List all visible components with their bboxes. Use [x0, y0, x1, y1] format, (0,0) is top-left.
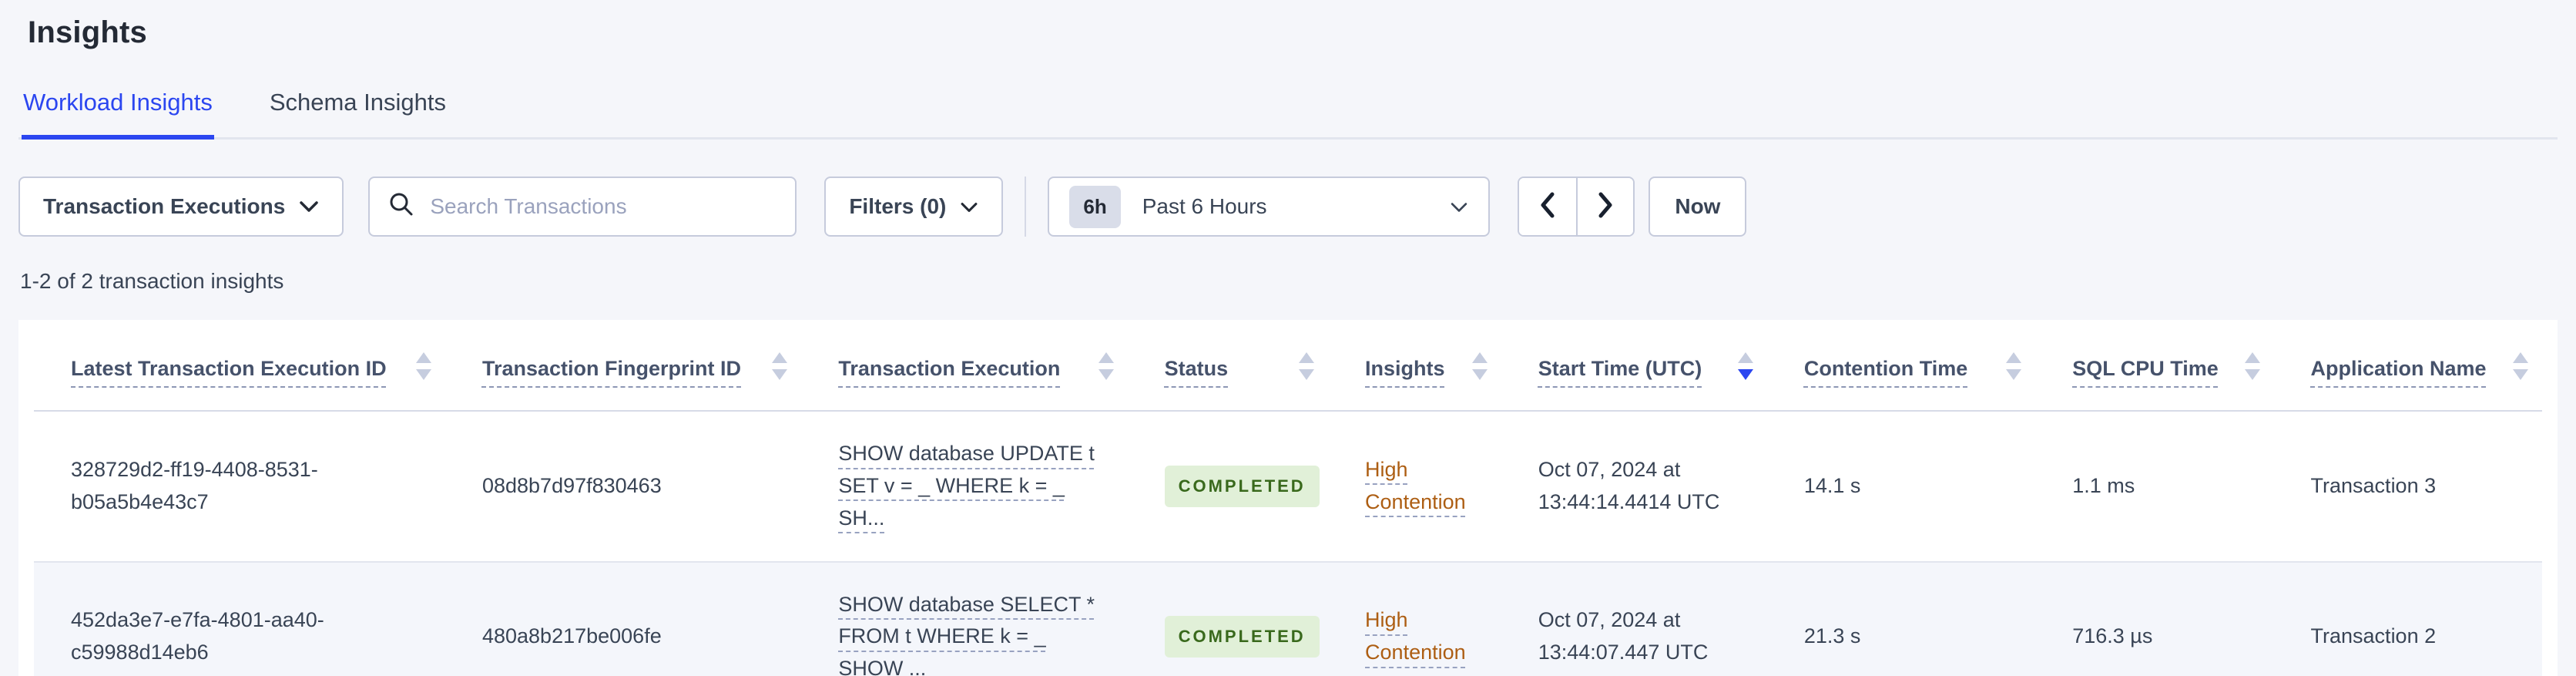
insight-high-contention-link[interactable]: High Contention — [1365, 458, 1466, 513]
chevron-down-icon — [299, 194, 319, 219]
chevron-down-icon — [960, 194, 978, 219]
transaction-execution-link[interactable]: SHOW database SELECT * FROM t WHERE k = … — [838, 593, 1095, 676]
cell-sql-cpu-time: 716.3 µs — [2035, 561, 2274, 676]
cell-start-time: Oct 07, 2024 at 13:44:07.447 UTC — [1501, 561, 1767, 676]
chevron-left-icon — [1538, 191, 1557, 223]
sort-icon[interactable] — [2499, 351, 2530, 387]
now-button-label: Now — [1675, 194, 1721, 218]
column-header-transaction-execution[interactable]: Transaction Execution — [801, 320, 1128, 412]
column-header-latest-transaction-execution-id[interactable]: Latest Transaction Execution ID — [34, 320, 445, 412]
cell-start-time: Oct 07, 2024 at 13:44:14.4414 UTC — [1501, 411, 1767, 563]
insight-high-contention-link[interactable]: High Contention — [1365, 608, 1466, 664]
toolbar-divider — [1025, 177, 1027, 237]
chevron-down-icon — [1450, 194, 1468, 219]
sort-desc-icon[interactable] — [1724, 351, 1755, 387]
search-box — [368, 177, 797, 237]
chevron-right-icon — [1596, 191, 1615, 223]
table-header-row: Latest Transaction Execution ID Transact… — [34, 320, 2542, 412]
filters-button[interactable]: Filters (0) — [824, 177, 1004, 237]
transaction-execution-link[interactable]: SHOW database UPDATE t SET v = _ WHERE k… — [838, 442, 1095, 530]
column-header-contention-time[interactable]: Contention Time — [1766, 320, 2036, 412]
time-range-step-group — [1518, 177, 1635, 237]
sort-icon[interactable] — [1992, 351, 2023, 387]
cell-fingerprint-id: 480a8b217be006fe — [444, 561, 802, 676]
toolbar: Transaction Executions Filters (0) 6h Pa… — [18, 177, 2558, 237]
sort-icon[interactable] — [1285, 351, 1316, 387]
insight-type-dropdown-label: Transaction Executions — [43, 194, 286, 218]
search-icon — [388, 191, 414, 223]
tab-bar: Workload Insights Schema Insights — [18, 84, 2558, 140]
sort-icon[interactable] — [1458, 351, 1489, 387]
insight-type-dropdown[interactable]: Transaction Executions — [18, 177, 344, 237]
cell-execution-id: 452da3e7-e7fa-4801-aa40-c59988d14eb6 — [34, 561, 445, 676]
time-range-picker[interactable]: 6h Past 6 Hours — [1048, 177, 1491, 237]
cell-application-name: Transaction 2 — [2273, 561, 2542, 676]
time-range-badge: 6h — [1069, 185, 1121, 228]
sort-icon[interactable] — [1085, 351, 1115, 387]
transaction-insights-table: Latest Transaction Execution ID Transact… — [34, 320, 2542, 676]
sort-icon[interactable] — [2231, 351, 2262, 387]
cell-contention-time: 21.3 s — [1766, 561, 2036, 676]
cell-execution-id: 328729d2-ff19-4408-8531-b05a5b4e43c7 — [34, 411, 445, 563]
column-header-insights[interactable]: Insights — [1328, 320, 1501, 412]
tab-schema-insights[interactable]: Schema Insights — [268, 84, 448, 140]
column-header-application-name[interactable]: Application Name — [2273, 320, 2542, 412]
cell-application-name: Transaction 3 — [2273, 411, 2542, 563]
page-title: Insights — [28, 15, 147, 49]
time-range-label: Past 6 Hours — [1142, 194, 1267, 218]
column-header-transaction-fingerprint-id[interactable]: Transaction Fingerprint ID — [444, 320, 802, 412]
insights-table-card: Latest Transaction Execution ID Transact… — [18, 320, 2558, 676]
cell-contention-time: 14.1 s — [1766, 411, 2036, 563]
status-badge: COMPLETED — [1164, 465, 1320, 507]
next-time-range-button[interactable] — [1576, 178, 1634, 235]
column-header-sql-cpu-time[interactable]: SQL CPU Time — [2035, 320, 2274, 412]
insights-page: Insights Workload Insights Schema Insigh… — [0, 0, 2576, 676]
filters-button-label: Filters (0) — [849, 194, 947, 218]
cell-sql-cpu-time: 1.1 ms — [2035, 411, 2274, 563]
status-badge: COMPLETED — [1164, 616, 1320, 658]
cell-fingerprint-id: 08d8b7d97f830463 — [444, 411, 802, 563]
column-header-start-time[interactable]: Start Time (UTC) — [1501, 320, 1767, 412]
table-row: 452da3e7-e7fa-4801-aa40-c59988d14eb6 480… — [34, 561, 2542, 676]
search-input[interactable] — [430, 194, 777, 219]
now-button[interactable]: Now — [1649, 177, 1747, 237]
tab-workload-insights[interactable]: Workload Insights — [22, 84, 214, 140]
results-count: 1-2 of 2 transaction insights — [20, 269, 284, 293]
sort-icon[interactable] — [758, 351, 789, 387]
sort-icon[interactable] — [402, 351, 433, 387]
column-header-status[interactable]: Status — [1127, 320, 1329, 412]
table-row: 328729d2-ff19-4408-8531-b05a5b4e43c7 08d… — [34, 411, 2542, 563]
previous-time-range-button[interactable] — [1519, 178, 1577, 235]
